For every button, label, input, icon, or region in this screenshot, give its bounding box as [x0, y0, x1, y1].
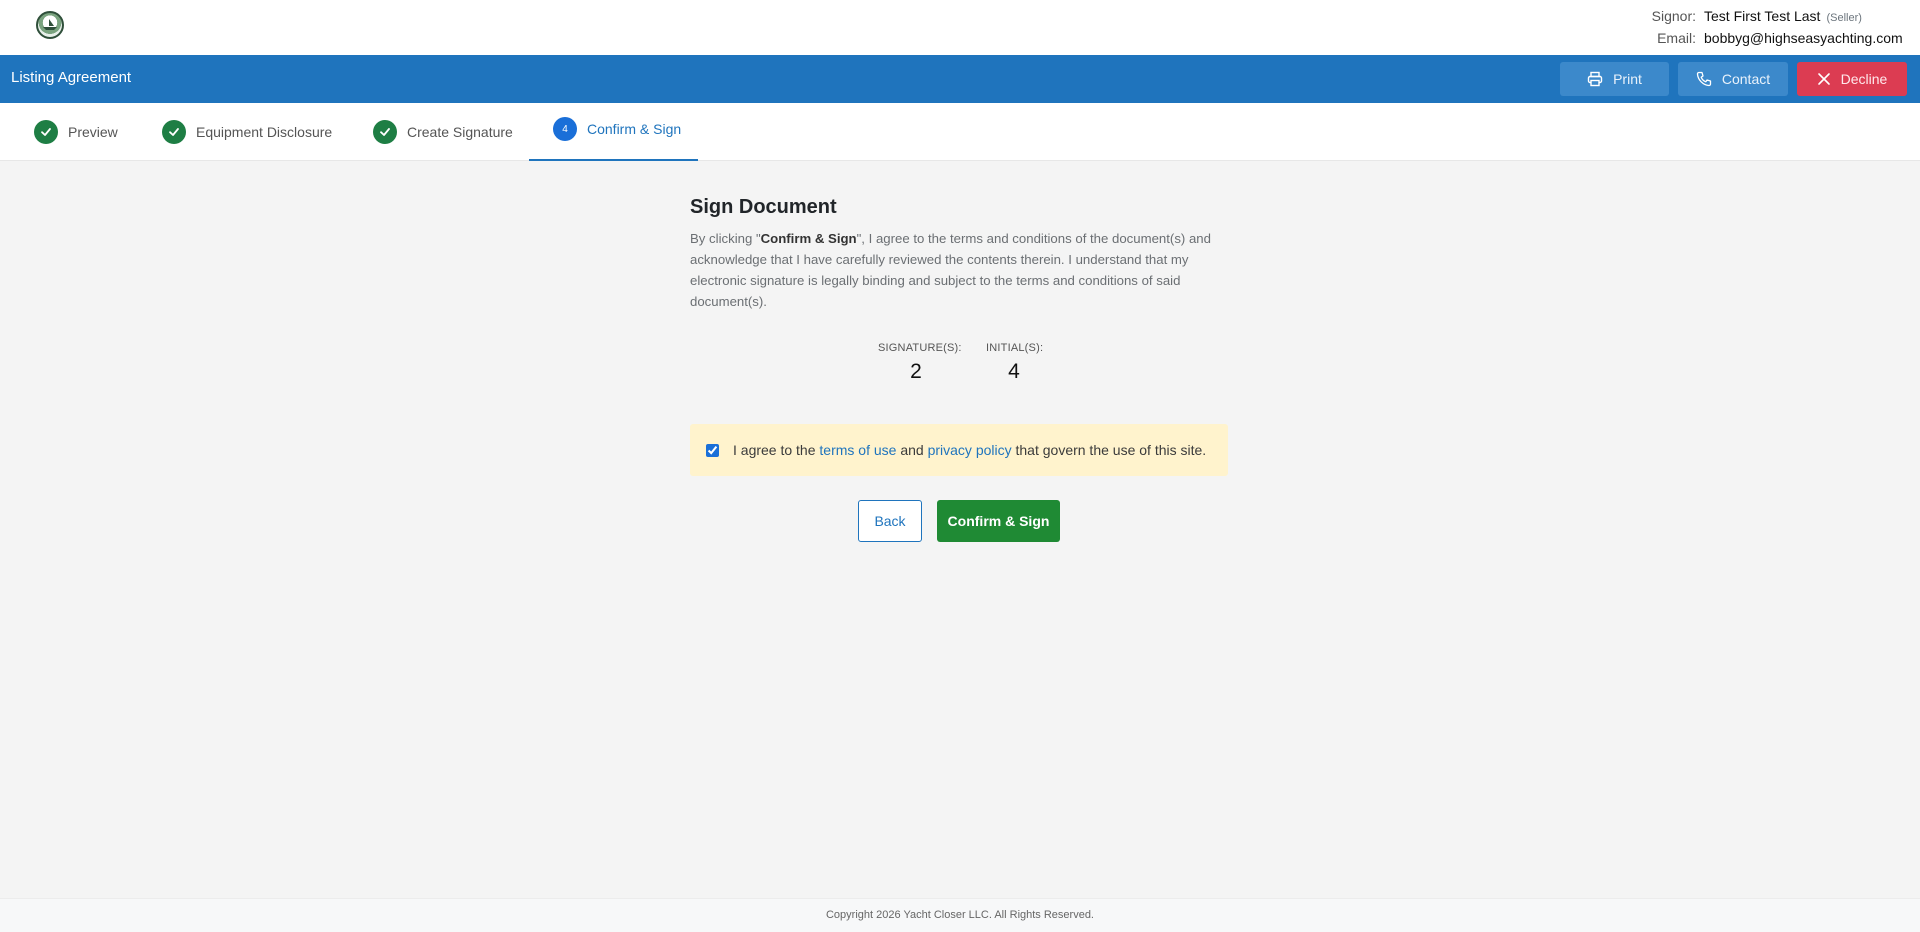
step-progress-nav: Preview Equipment Disclosure Create Sign…	[0, 103, 1920, 161]
signor-label: Signor:	[1651, 8, 1696, 24]
printer-icon	[1587, 71, 1603, 87]
phone-icon	[1696, 71, 1712, 87]
footer: Copyright 2026 Yacht Closer LLC. All Rig…	[0, 898, 1920, 932]
step-preview[interactable]: Preview	[34, 103, 118, 161]
back-button[interactable]: Back	[858, 500, 922, 542]
consent-prefix: By clicking "	[690, 231, 761, 246]
page-title: Sign Document	[690, 196, 837, 218]
signature-counts: SIGNATURE(S): 2 INITIAL(S): 4	[690, 342, 1228, 392]
email-label: Email:	[1657, 30, 1696, 46]
signor-role: (Seller)	[1826, 12, 1862, 24]
signature-count-label: SIGNATURE(S):	[878, 342, 962, 354]
signature-count-value: 2	[910, 360, 922, 383]
check-circle-icon	[373, 120, 397, 144]
initial-count-label: INITIAL(S):	[986, 342, 1044, 354]
company-logo	[36, 11, 64, 39]
email-row: Email: bobbyg@highseasyachting.com	[1636, 28, 1903, 48]
decline-button[interactable]: Decline	[1797, 62, 1907, 96]
step-label: Create Signature	[407, 124, 513, 140]
signor-row: Signor: Test First Test Last (Seller)	[1636, 6, 1892, 28]
step-equipment-disclosure[interactable]: Equipment Disclosure	[162, 103, 332, 161]
step-number-badge: 4	[553, 117, 577, 141]
step-label: Preview	[68, 124, 118, 140]
top-header: Signor: Test First Test Last (Seller) Ema…	[0, 0, 1920, 55]
agree-suffix: that govern the use of this site.	[1011, 442, 1207, 458]
initial-count: INITIAL(S): 4	[986, 342, 1044, 384]
check-circle-icon	[34, 120, 58, 144]
agree-and: and	[896, 442, 928, 458]
confirm-sign-button[interactable]: Confirm & Sign	[937, 500, 1060, 542]
contact-label: Contact	[1721, 71, 1771, 87]
signor-value: Test First Test Last (Seller)	[1704, 6, 1892, 28]
agree-prefix: I agree to the	[733, 442, 820, 458]
check-circle-icon	[162, 120, 186, 144]
signature-count: SIGNATURE(S): 2	[878, 342, 962, 384]
consent-bold-action: Confirm & Sign	[760, 231, 857, 246]
email-value: bobbyg@highseasyachting.com	[1704, 30, 1903, 46]
print-label: Print	[1613, 71, 1642, 87]
step-label: Confirm & Sign	[587, 121, 682, 137]
step-confirm-sign[interactable]: 4 Confirm & Sign	[529, 103, 698, 161]
contact-button[interactable]: Contact	[1678, 62, 1788, 96]
signor-info: Signor: Test First Test Last (Seller) Ema…	[1636, 6, 1903, 48]
sign-document-panel: Sign Document By clicking "Confirm & Sig…	[690, 196, 1228, 542]
agree-checkbox[interactable]	[706, 443, 719, 457]
consent-paragraph: By clicking "Confirm & Sign", I agree to…	[690, 228, 1228, 312]
initial-count-value: 4	[1008, 360, 1020, 383]
signor-name: Test First Test Last	[1704, 8, 1821, 24]
print-button[interactable]: Print	[1560, 62, 1669, 96]
form-actions: Back Confirm & Sign	[690, 500, 1228, 542]
terms-of-use-link[interactable]: terms of use	[819, 442, 896, 458]
step-label: Equipment Disclosure	[196, 124, 333, 140]
close-icon	[1817, 73, 1830, 85]
agree-text: I agree to the terms of use and privacy …	[733, 442, 1206, 458]
document-toolbar: Listing Agreement Print Contact Decline	[0, 55, 1920, 103]
decline-label: Decline	[1840, 71, 1888, 87]
copyright-text: Copyright 2026 Yacht Closer LLC. All Rig…	[825, 909, 1094, 921]
privacy-policy-link[interactable]: privacy policy	[928, 442, 1012, 458]
step-create-signature[interactable]: Create Signature	[373, 103, 513, 161]
document-title: Listing Agreement	[11, 69, 132, 86]
boat-logo-icon	[43, 19, 57, 30]
terms-agreement-box: I agree to the terms of use and privacy …	[690, 424, 1228, 476]
